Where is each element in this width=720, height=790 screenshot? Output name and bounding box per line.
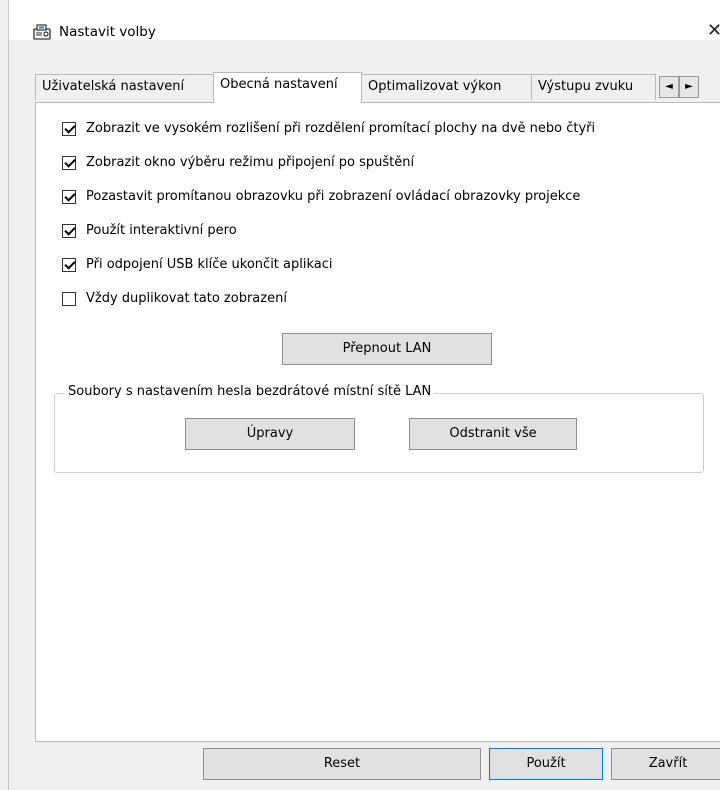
tab-general-settings[interactable]: Obecná nastavení [213, 72, 362, 103]
options-dialog: Nastavit volby ✕ Uživatelská nastavení O… [8, 0, 720, 790]
tab-label: Výstupu zvuku [538, 79, 634, 94]
option-label: Vždy duplikovat tato zobrazení [86, 291, 287, 306]
tab-label: Optimalizovat výkon [368, 79, 502, 94]
option-label: Zobrazit okno výběru režimu připojení po… [86, 155, 415, 170]
checkbox[interactable] [62, 292, 76, 306]
title-bar: Nastavit volby ✕ [9, 0, 720, 41]
tab-user-settings[interactable]: Uživatelská nastavení [35, 74, 214, 100]
general-settings-panel: Zobrazit ve vysokém rozlišení při rozděl… [35, 102, 720, 742]
option-label: Použít interaktivní pero [86, 223, 237, 238]
tab-audio-output[interactable]: Výstupu zvuku [531, 74, 656, 100]
tab-label: Obecná nastavení [220, 77, 338, 92]
tab-label: Uživatelská nastavení [42, 79, 185, 94]
option-label: Zobrazit ve vysokém rozlišení při rozděl… [86, 121, 596, 136]
checkbox[interactable] [62, 224, 76, 238]
tab-scroll-left-button[interactable]: ◄ [659, 76, 679, 98]
arrow-left-icon: ◄ [665, 81, 673, 92]
reset-button[interactable]: Reset [203, 748, 481, 780]
checkbox[interactable] [62, 258, 76, 272]
checkbox[interactable] [62, 122, 76, 136]
edit-button[interactable]: Úpravy [185, 418, 355, 450]
close-button[interactable]: Zavřít [611, 748, 720, 780]
tab-scroll-right-button[interactable]: ► [679, 76, 699, 98]
projector-icon [33, 24, 51, 40]
delete-all-button[interactable]: Odstranit vše [409, 418, 577, 450]
tab-optimize-performance[interactable]: Optimalizovat výkon [361, 74, 532, 100]
checkbox[interactable] [62, 190, 76, 204]
close-icon[interactable]: ✕ [707, 20, 720, 41]
group-title: Soubory s nastavením hesla bezdrátové mí… [65, 384, 435, 399]
apply-button[interactable]: Použít [489, 748, 603, 780]
option-label: Při odpojení USB klíče ukončit aplikaci [86, 257, 333, 272]
switch-lan-button[interactable]: Přepnout LAN [282, 333, 492, 365]
window-title: Nastavit volby [59, 24, 156, 40]
wlan-password-files-group: Soubory s nastavením hesla bezdrátové mí… [54, 384, 704, 473]
option-label: Pozastavit promítanou obrazovku při zobr… [86, 189, 581, 204]
arrow-right-icon: ► [685, 81, 693, 92]
checkbox[interactable] [62, 156, 76, 170]
